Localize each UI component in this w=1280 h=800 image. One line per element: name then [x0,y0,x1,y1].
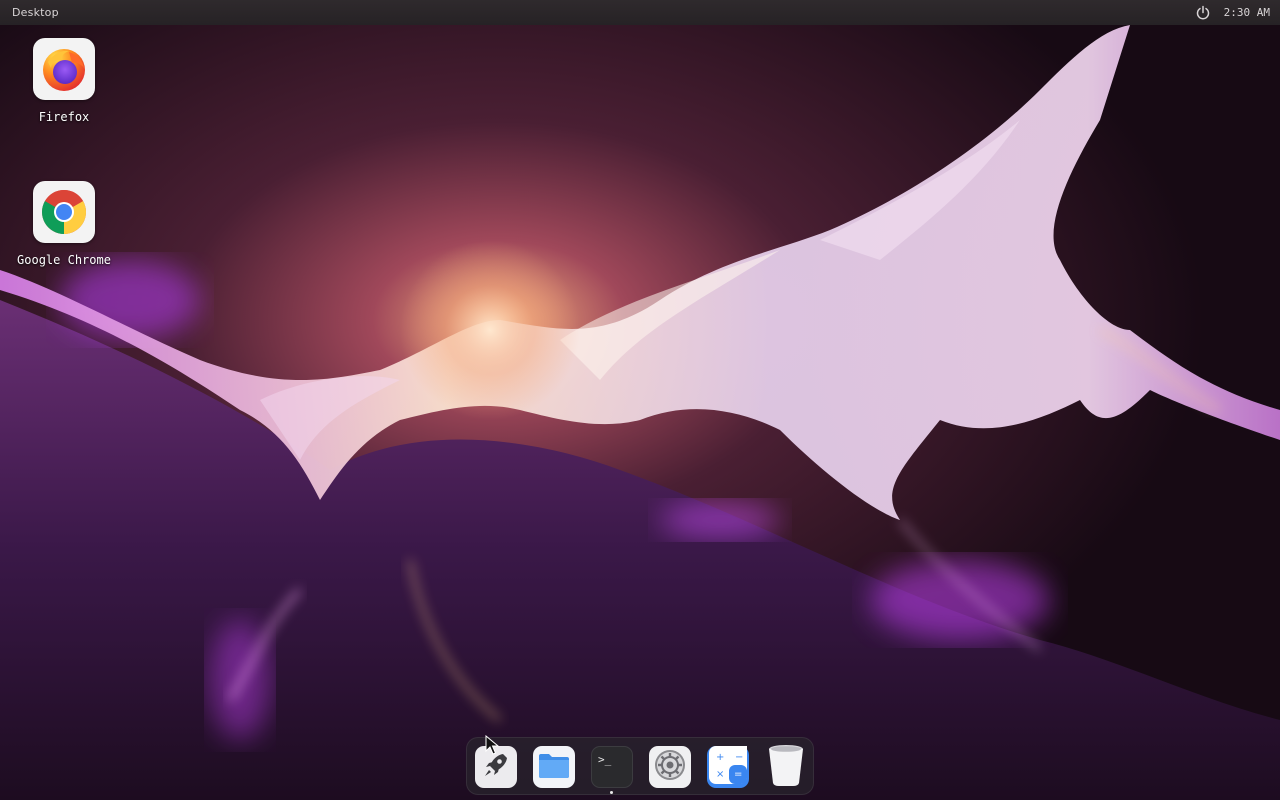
gear-icon [653,748,687,786]
desktop-icon-chrome[interactable]: Google Chrome [9,181,119,267]
dock-files[interactable] [533,746,575,788]
folder-icon [537,750,571,784]
svg-text:=: = [734,769,742,780]
chrome-icon [33,181,95,243]
firefox-icon [33,38,95,100]
svg-text:−: − [735,752,743,763]
terminal-icon: >_ [598,753,612,766]
dock-terminal[interactable]: >_ [591,746,633,788]
mouse-cursor-icon [485,735,499,755]
desktop-icon-label: Firefox [38,110,90,124]
svg-text:×: × [716,769,724,780]
desktop-icon-label: Google Chrome [17,253,111,267]
dock-trash[interactable] [765,743,807,791]
rocket-icon [481,750,511,784]
svg-text:+: + [716,752,724,763]
clock[interactable]: 2:30 AM [1224,6,1270,19]
wallpaper [0,0,1280,800]
desktop-icon-firefox[interactable]: Firefox [9,38,119,124]
dock: >_ + − × = [466,737,814,795]
top-bar: Desktop 2:30 AM [0,0,1280,25]
dock-settings[interactable] [649,746,691,788]
dock-calculator[interactable]: + − × = [707,746,749,788]
trash-icon [767,743,805,791]
desktop-screen: Desktop 2:30 AM Firefox Google Chrome >_… [0,0,1280,800]
workspace-title: Desktop [12,6,59,19]
calculator-icon: + − × = [708,745,748,789]
power-icon[interactable] [1195,5,1211,21]
running-indicator [610,791,613,794]
